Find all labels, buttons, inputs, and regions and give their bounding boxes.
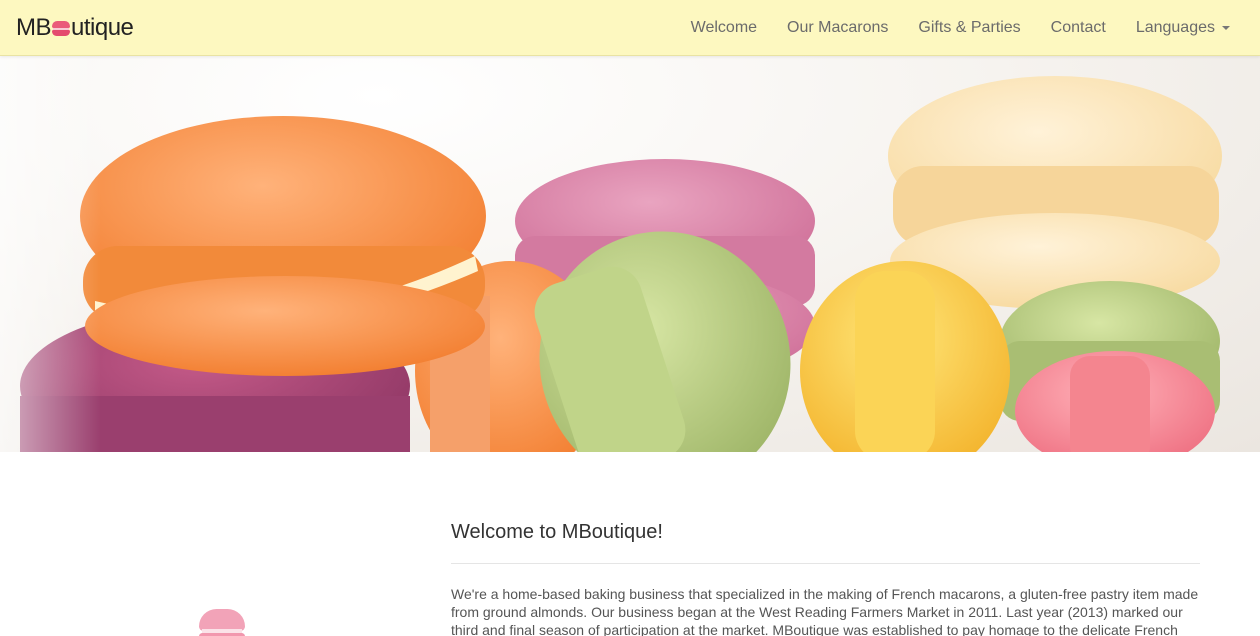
nav-item-contact: Contact — [1051, 19, 1106, 37]
brand-logo[interactable]: MB utique — [16, 12, 134, 44]
brand-prefix: MB — [16, 14, 52, 41]
title-divider — [451, 563, 1200, 564]
nav-item-welcome: Welcome — [691, 19, 757, 37]
nav-link-welcome[interactable]: Welcome — [691, 19, 757, 37]
page-title: Welcome to MBoutique! — [451, 521, 663, 543]
languages-label: Languages — [1135, 19, 1215, 36]
macarons-photo — [0, 56, 1260, 452]
top-navbar: MB utique Welcome Our Macarons Gifts & Pa… — [0, 0, 1260, 56]
brand-suffix: utique — [71, 14, 134, 41]
nav-link-gifts-parties[interactable]: Gifts & Parties — [918, 19, 1020, 37]
nav-link-our-macarons[interactable]: Our Macarons — [787, 19, 888, 37]
nav-item-languages: Languages — [1136, 19, 1230, 37]
nav-item-our-macarons: Our Macarons — [787, 19, 888, 37]
nav-link-contact[interactable]: Contact — [1051, 19, 1106, 37]
macaron-logo-icon — [52, 21, 70, 37]
intro-paragraph: We're a home-based baking business that … — [451, 586, 1199, 636]
languages-dropdown[interactable]: Languages — [1136, 19, 1230, 37]
main-nav: Welcome Our Macarons Gifts & Parties Con… — [661, 0, 1230, 56]
macaron-illustration — [199, 609, 245, 636]
main-content: Welcome to MBoutique! We're a home-based… — [0, 452, 1260, 636]
caret-down-icon — [1222, 26, 1230, 30]
nav-item-gifts-parties: Gifts & Parties — [918, 19, 1020, 37]
hero-banner-image — [0, 56, 1260, 452]
